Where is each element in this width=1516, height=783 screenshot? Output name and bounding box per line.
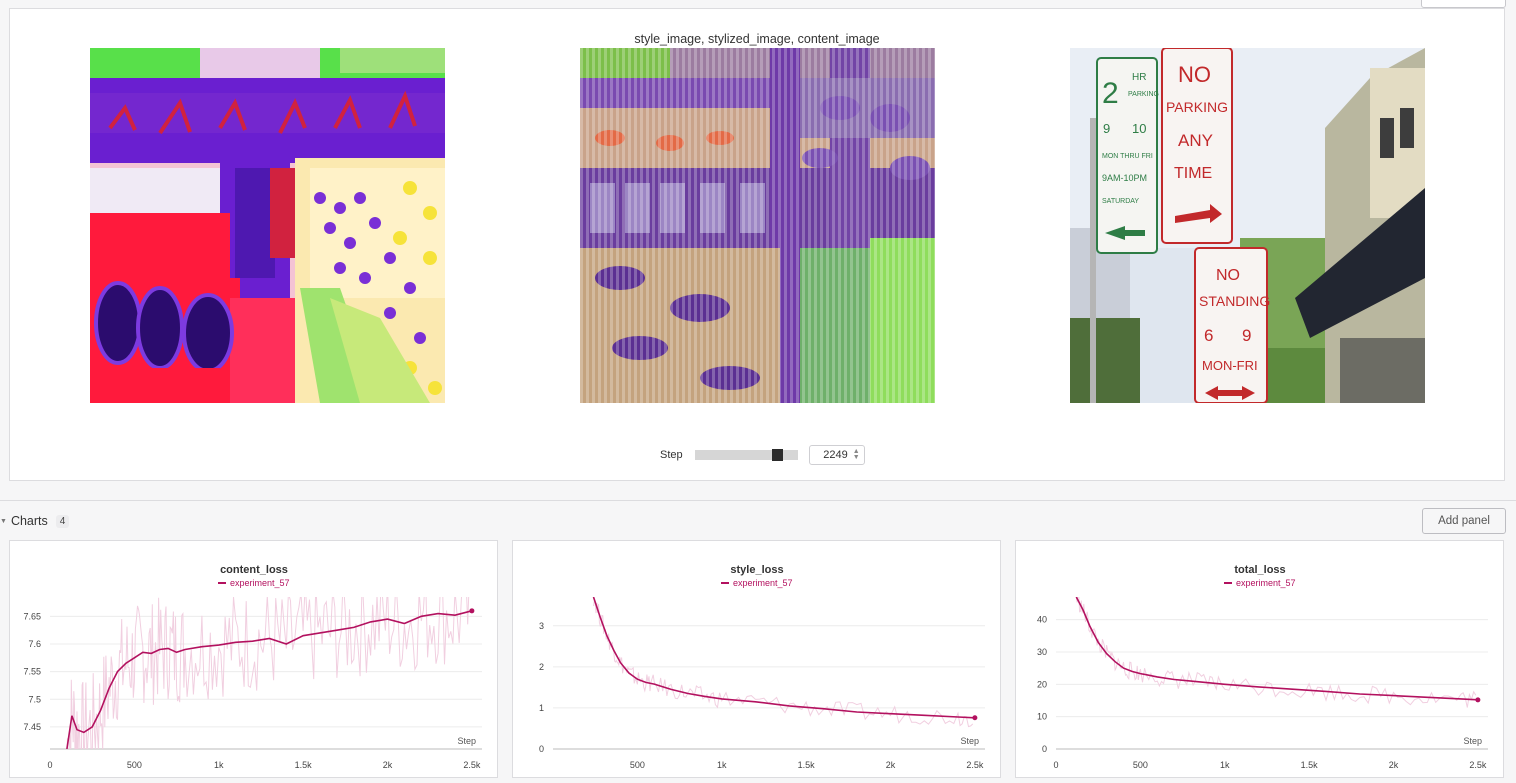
chart-panel-style-loss[interactable]: style_loss experiment_57 0 1 2 3 500 1k 1.5k 2k 2.… bbox=[512, 540, 1001, 778]
y-tick-label: 0 bbox=[1042, 744, 1047, 754]
y-tick-label: 10 bbox=[1037, 712, 1047, 722]
stepper-arrows-icon[interactable]: ▲ ▼ bbox=[853, 448, 860, 461]
chart-panel-total-loss[interactable]: total_loss experiment_57 0 10 20 30 40 0 500 1k 1.… bbox=[1015, 540, 1504, 778]
y-tick-label: 30 bbox=[1037, 647, 1047, 657]
y-tick-label: 7.5 bbox=[28, 694, 41, 704]
svg-text:NO: NO bbox=[1178, 62, 1211, 87]
svg-text:STANDING: STANDING bbox=[1199, 293, 1270, 309]
content-loss-chart: content_loss experiment_57 7.45 7.5 7.55 7.6 7… bbox=[23, 564, 482, 770]
legend-label: experiment_57 bbox=[733, 578, 793, 588]
chart-panel-content-loss[interactable]: content_loss experiment_57 7.45 7.5 7.55 7.6 7… bbox=[9, 540, 498, 778]
svg-text:ANY: ANY bbox=[1178, 131, 1213, 150]
style-loss-chart: style_loss experiment_57 0 1 2 3 500 1k 1.5k 2k 2.… bbox=[539, 564, 985, 770]
svg-text:6: 6 bbox=[1204, 326, 1213, 345]
x-tick-label: 500 bbox=[630, 760, 645, 770]
x-tick-label: 1.5k bbox=[295, 760, 313, 770]
x-tick-label: 2.5k bbox=[1469, 760, 1487, 770]
step-slider-handle[interactable] bbox=[771, 449, 783, 461]
x-tick-label: 2.5k bbox=[463, 760, 481, 770]
svg-text:9: 9 bbox=[1242, 326, 1251, 345]
stylized-image bbox=[580, 48, 935, 403]
svg-text:2: 2 bbox=[1102, 77, 1119, 110]
content-image: 2 HR PARKING 9 10 MON THRU FRI 9AM-10PM … bbox=[1070, 48, 1425, 403]
svg-text:HR: HR bbox=[1132, 72, 1146, 83]
raw-series-line bbox=[1075, 597, 1477, 708]
series-line-experiment-57 bbox=[592, 597, 975, 719]
x-tick-label: 500 bbox=[1133, 760, 1148, 770]
y-tick-label: 7.45 bbox=[23, 722, 41, 732]
step-slider[interactable] bbox=[694, 449, 798, 461]
legend-label: experiment_57 bbox=[230, 578, 290, 588]
top-toolbar-button[interactable] bbox=[1421, 0, 1506, 8]
x-axis-label: Step bbox=[1463, 736, 1482, 746]
y-tick-label: 2 bbox=[539, 662, 544, 672]
media-panel: style_image, stylized_image, content_ima… bbox=[9, 8, 1505, 481]
y-tick-label: 40 bbox=[1037, 615, 1047, 625]
y-tick-label: 1 bbox=[539, 703, 544, 713]
last-point-marker bbox=[469, 608, 475, 614]
x-tick-label: 2k bbox=[1389, 760, 1399, 770]
x-axis-label: Step bbox=[457, 736, 476, 746]
y-tick-label: 0 bbox=[539, 744, 544, 754]
section-divider bbox=[0, 500, 1516, 501]
media-panel-title: style_image, stylized_image, content_ima… bbox=[634, 32, 880, 46]
collapse-caret-icon[interactable]: ▼ bbox=[0, 518, 7, 525]
style-image bbox=[90, 48, 445, 403]
chart-title: total_loss bbox=[1234, 564, 1285, 576]
svg-text:SATURDAY: SATURDAY bbox=[1102, 198, 1139, 205]
x-tick-label: 0 bbox=[1053, 760, 1058, 770]
x-tick-label: 1.5k bbox=[798, 760, 816, 770]
svg-text:TIME: TIME bbox=[1174, 165, 1212, 182]
step-number-input[interactable]: 2249 ▲ ▼ bbox=[808, 445, 865, 465]
x-tick-label: 1k bbox=[717, 760, 727, 770]
x-tick-label: 2.5k bbox=[966, 760, 984, 770]
charts-section-title: Charts bbox=[10, 514, 48, 528]
x-tick-label: 1.5k bbox=[1301, 760, 1319, 770]
y-tick-label: 7.65 bbox=[23, 611, 41, 621]
svg-text:NO: NO bbox=[1216, 267, 1240, 284]
x-axis-label: Step bbox=[960, 736, 979, 746]
svg-text:PARKING: PARKING bbox=[1128, 91, 1159, 98]
x-tick-label: 2k bbox=[383, 760, 393, 770]
last-point-marker bbox=[1475, 697, 1481, 703]
charts-section-header[interactable]: ▼ Charts 4 bbox=[0, 511, 70, 531]
svg-text:MON THRU FRI: MON THRU FRI bbox=[1102, 153, 1153, 160]
svg-text:9: 9 bbox=[1103, 121, 1110, 136]
legend-label: experiment_57 bbox=[1236, 578, 1296, 588]
x-tick-label: 0 bbox=[47, 760, 52, 770]
charts-count-badge: 4 bbox=[55, 514, 70, 528]
step-control: Step 2249 ▲ ▼ bbox=[660, 445, 865, 465]
last-point-marker bbox=[972, 715, 978, 721]
chart-title: style_loss bbox=[730, 564, 783, 576]
y-tick-label: 3 bbox=[539, 621, 544, 631]
total-loss-chart: total_loss experiment_57 0 10 20 30 40 0 500 1k 1.… bbox=[1037, 564, 1488, 770]
svg-text:MON-FRI: MON-FRI bbox=[1202, 358, 1258, 373]
x-tick-label: 2k bbox=[886, 760, 896, 770]
y-tick-label: 7.55 bbox=[23, 667, 41, 677]
x-tick-label: 1k bbox=[1220, 760, 1230, 770]
step-value: 2249 bbox=[823, 449, 848, 461]
step-label: Step bbox=[660, 449, 683, 461]
svg-text:10: 10 bbox=[1132, 121, 1146, 136]
x-tick-label: 1k bbox=[214, 760, 224, 770]
chart-title: content_loss bbox=[220, 564, 288, 576]
y-tick-label: 20 bbox=[1037, 679, 1047, 689]
svg-text:9AM-10PM: 9AM-10PM bbox=[1102, 173, 1147, 183]
add-panel-button[interactable]: Add panel bbox=[1422, 508, 1506, 534]
svg-text:PARKING: PARKING bbox=[1166, 99, 1228, 115]
x-tick-label: 500 bbox=[127, 760, 142, 770]
y-tick-label: 7.6 bbox=[28, 639, 41, 649]
